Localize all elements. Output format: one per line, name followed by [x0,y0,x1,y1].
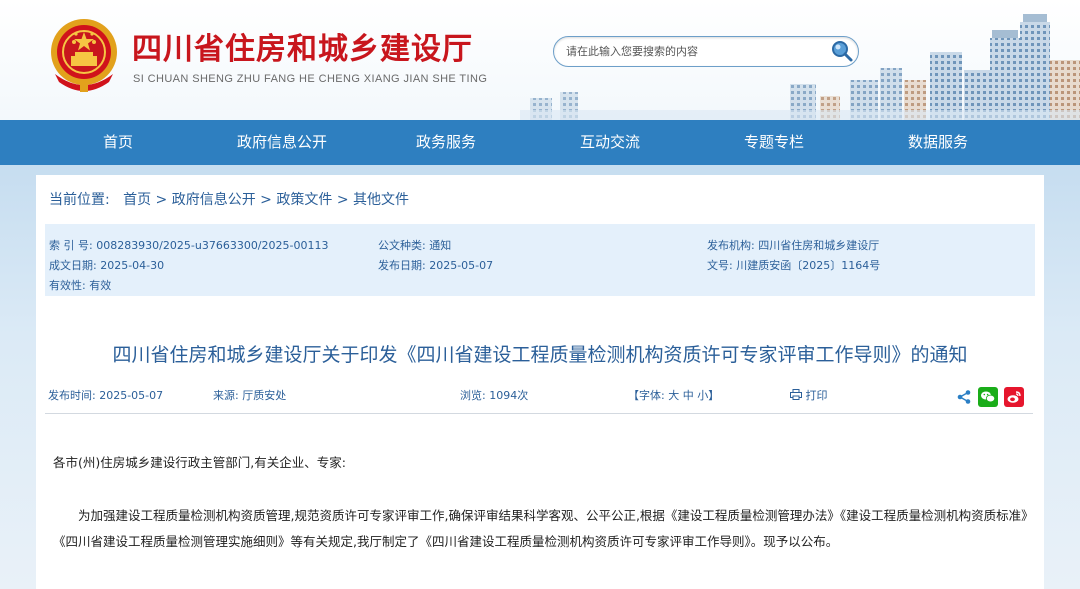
breadcrumb-other-docs[interactable]: 其他文件 [353,192,409,208]
breadcrumb-separator: > [260,192,272,208]
breadcrumb-separator: > [155,192,168,208]
article-source: 来源: 厅质安处 [213,389,287,402]
document-meta-box: 索 引 号: 008283930/2025-u37663300/2025-001… [45,224,1035,296]
wechat-icon[interactable] [978,387,998,407]
meta-publish-date: 发布日期: 2025-05-07 [378,259,494,272]
nav-item-gov-service[interactable]: 政务服务 [364,120,528,165]
breadcrumb-gov-info[interactable]: 政府信息公开 [172,192,256,208]
weibo-icon[interactable] [1004,387,1024,407]
meta-validity: 有效性: 有效 [49,279,112,292]
meta-doc-type: 公文种类: 通知 [378,239,452,252]
nav-item-interaction[interactable]: 互动交流 [528,120,692,165]
print-button[interactable]: 打印 [790,387,828,403]
article-info-bar: 发布时间: 2025-05-07 来源: 厅质安处 浏览: 1094次 【字体:… [48,387,1032,409]
national-emblem-icon [51,19,117,92]
article-views: 浏览: 1094次 [460,389,529,402]
article-paragraph: 各市(州)住房城乡建设行政主管部门,有关企业、专家: [53,455,346,470]
breadcrumb: 当前位置: 首页 > 政府信息公开 > 政策文件 > 其他文件 [49,189,409,209]
meta-issuer: 发布机构: 四川省住房和城乡建设厅 [707,239,880,252]
city-skyline-decoration [520,14,1080,120]
site-pinyin: SI CHUAN SHENG ZHU FANG HE CHENG XIANG J… [133,73,488,85]
share-icon[interactable] [956,389,972,405]
meta-doc-no: 文号: 川建质安函〔2025〕1164号 [707,259,881,272]
meta-index-no: 索 引 号: 008283930/2025-u37663300/2025-001… [49,239,329,252]
breadcrumb-label: 当前位置: [49,192,110,208]
nav-item-home[interactable]: 首页 [36,120,200,165]
font-size-control[interactable]: 【字体: 大 中 小】 [628,387,719,403]
site-header: 四川省住房和城乡建设厅 SI CHUAN SHENG ZHU FANG HE C… [0,0,1080,120]
print-label: 打印 [805,389,828,402]
article-paragraph: 为加强建设工程质量检测机构资质管理,规范资质许可专家评审工作,确保评审结果科学客… [53,508,1028,549]
breadcrumb-home[interactable]: 首页 [123,192,151,208]
site-title: 四川省住房和城乡建设厅 [132,32,473,67]
share-icons [956,387,1024,407]
printer-icon [790,389,802,400]
meta-created-date: 成文日期: 2025-04-30 [49,259,165,272]
main-nav: 首页 政府信息公开 政务服务 互动交流 专题专栏 数据服务 [0,120,1080,165]
article-title: 四川省住房和城乡建设厅关于印发《四川省建设工程质量检测机构资质许可专家评审工作导… [112,344,968,366]
nav-item-data-service[interactable]: 数据服务 [856,120,1020,165]
content-panel: 当前位置: 首页 > 政府信息公开 > 政策文件 > 其他文件 索 引 号: 0… [36,175,1044,589]
nav-item-gov-info[interactable]: 政府信息公开 [200,120,364,165]
breadcrumb-separator: > [336,192,349,208]
breadcrumb-policy-docs[interactable]: 政策文件 [276,192,332,208]
nav-item-topics[interactable]: 专题专栏 [692,120,856,165]
article-publish-time: 发布时间: 2025-05-07 [48,389,164,402]
divider [45,413,1033,414]
